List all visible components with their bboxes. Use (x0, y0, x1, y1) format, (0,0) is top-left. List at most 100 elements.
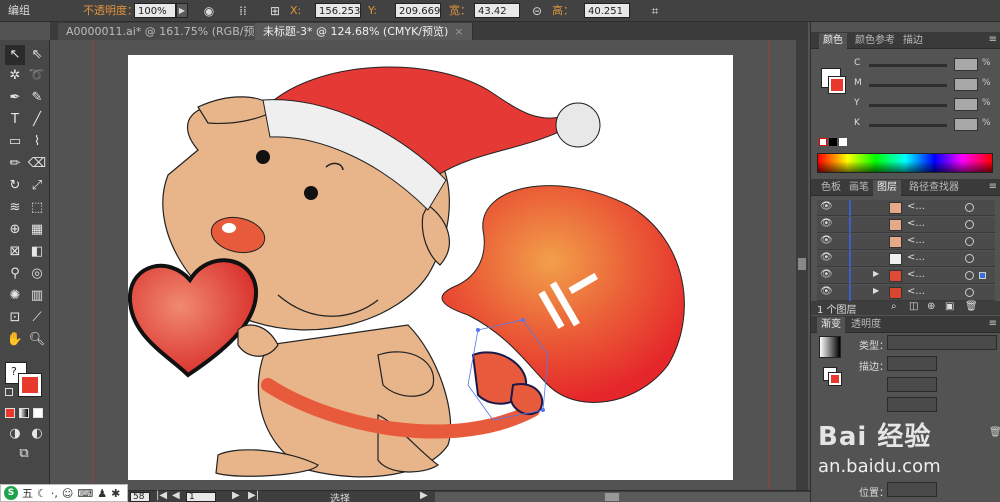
tab-layers[interactable]: 图层 (873, 180, 901, 196)
layer-row[interactable]: 👁︎ <... (817, 251, 995, 267)
layer-row[interactable]: 👁︎ <... (817, 217, 995, 233)
opacity-field[interactable]: 100% (134, 3, 176, 18)
black-field[interactable] (954, 118, 978, 131)
layer-name[interactable]: <... (907, 218, 925, 229)
zoom-field[interactable]: 58 (130, 492, 150, 502)
first-page-icon[interactable]: |◀ (156, 490, 167, 501)
shape-builder-tool-icon[interactable]: ⊕ (5, 220, 25, 240)
gradient-preview[interactable] (819, 336, 841, 358)
blend-tool-icon[interactable]: ◎ (27, 264, 47, 284)
gradient-angle-field[interactable] (887, 377, 937, 392)
direct-selection-tool-icon[interactable]: ⇖ (27, 45, 47, 65)
target-icon[interactable] (965, 203, 974, 212)
expand-arrow-icon[interactable]: ▶ (873, 269, 879, 278)
tab-gradient[interactable]: 渐变 (817, 317, 845, 333)
color-mode-icon[interactable] (5, 408, 15, 418)
constrain-proportions-icon[interactable]: ⊝ (528, 2, 546, 20)
gradient-position-field[interactable] (887, 482, 937, 497)
column-graph-tool-icon[interactable]: ▥ (27, 286, 47, 306)
recolor-icon[interactable]: ◉ (200, 2, 218, 20)
target-icon[interactable] (965, 220, 974, 229)
rotate-tool-icon[interactable]: ↻ (5, 176, 25, 196)
tab-transparency[interactable]: 透明度 (847, 317, 885, 333)
layer-name[interactable]: <... (907, 252, 925, 263)
curvature-tool-icon[interactable]: ✎ (27, 88, 47, 108)
status-arrow-icon[interactable]: ▶ (420, 490, 428, 501)
lasso-tool-icon[interactable]: ➰ (27, 66, 47, 86)
moon-icon[interactable]: ☾ (37, 487, 47, 500)
eye-icon[interactable]: 👁︎ (820, 235, 833, 246)
layer-name[interactable]: <... (907, 269, 925, 280)
target-icon[interactable] (965, 271, 974, 280)
layer-name[interactable]: <... (907, 201, 925, 212)
black-slider[interactable] (869, 124, 947, 127)
height-field[interactable]: 40.251 m (584, 3, 630, 32)
panel-menu-icon[interactable]: ≡ (989, 318, 997, 329)
yellow-slider[interactable] (869, 104, 947, 107)
clipping-mask-icon[interactable]: ◫ (909, 301, 918, 312)
emoji-icon[interactable]: ☺ (62, 487, 73, 500)
layer-name[interactable]: <... (907, 235, 925, 246)
stroke-swatch[interactable] (18, 373, 42, 397)
yellow-row[interactable]: Y% (851, 98, 1000, 112)
status-mode[interactable]: 选择 (330, 490, 350, 502)
white-color-swatch[interactable] (839, 138, 847, 146)
expand-arrow-icon[interactable]: ▶ (873, 286, 879, 295)
gradient-aspect-field[interactable] (887, 397, 937, 412)
mesh-tool-icon[interactable]: ⊠ (5, 242, 25, 262)
y-field[interactable]: 209.669 m (395, 3, 441, 32)
eyedropper-tool-icon[interactable]: ⚲ (5, 264, 25, 284)
artboard-tool-icon[interactable]: ⊡ (5, 308, 25, 328)
opacity-label[interactable]: 不透明度： (83, 3, 138, 19)
scale-tool-icon[interactable]: ⤢ (27, 176, 47, 196)
draw-behind-icon[interactable]: ◐ (27, 424, 47, 444)
selection-tool-icon[interactable]: ↖ (5, 45, 25, 65)
scrollbar-thumb[interactable] (605, 493, 619, 501)
free-transform-tool-icon[interactable]: ⬚ (27, 198, 47, 218)
gradient-mode-icon[interactable] (19, 408, 29, 418)
none-mode-icon[interactable] (33, 408, 43, 418)
tab-brushes[interactable]: 画笔 (845, 180, 873, 196)
x-field[interactable]: 156.253 m (315, 3, 361, 32)
width-field[interactable]: 43.42 mm (474, 3, 520, 32)
target-icon[interactable] (965, 237, 974, 246)
black-row[interactable]: K% (851, 118, 1000, 132)
paintbrush-tool-icon[interactable]: ⌇ (27, 132, 47, 152)
layer-row[interactable]: 👁︎ <... (817, 200, 995, 216)
target-icon[interactable] (965, 254, 974, 263)
next-page-icon[interactable]: ▶ (232, 490, 240, 501)
transform-icon[interactable]: ⌗ (646, 2, 664, 20)
hand-tool-icon[interactable]: ✋ (5, 330, 25, 350)
anchor-point[interactable] (521, 318, 525, 322)
gradient-tool-icon[interactable]: ◧ (27, 242, 47, 262)
horizontal-scrollbar[interactable] (435, 492, 810, 502)
magenta-field[interactable] (954, 78, 978, 91)
reference-point-icon[interactable]: ⊞ (266, 2, 284, 20)
last-page-icon[interactable]: ▶| (248, 490, 259, 501)
default-colors-icon[interactable] (5, 388, 13, 396)
rectangle-tool-icon[interactable]: ▭ (5, 132, 25, 152)
tab-untitled-3[interactable]: 未标题-3* @ 124.68% (CMYK/预览) × (255, 23, 473, 40)
delete-layer-icon[interactable]: 🗑︎ (965, 301, 978, 312)
page-field[interactable]: 1 (186, 492, 216, 502)
width-tool-icon[interactable]: ≋ (5, 198, 25, 218)
symbol-sprayer-tool-icon[interactable]: ✺ (5, 286, 25, 306)
panel-menu-icon[interactable]: ≡ (989, 181, 997, 192)
tab-pathfinder[interactable]: 路径查找器 (905, 180, 963, 196)
close-icon[interactable]: × (454, 25, 463, 38)
artboard[interactable] (127, 55, 733, 480)
tab-stroke[interactable]: 描边 (899, 33, 927, 49)
none-color-icon[interactable] (819, 138, 827, 146)
screen-mode-icon[interactable]: ⧉ (14, 444, 34, 464)
panel-menu-icon[interactable]: ≡ (989, 34, 997, 45)
ime-mode[interactable]: 五 (22, 485, 33, 501)
perspective-grid-tool-icon[interactable]: ▦ (27, 220, 47, 240)
ime-toolbar[interactable]: S 五 ☾ ·, ☺ ⌨ ♟ ✱ (0, 484, 128, 502)
layer-row[interactable]: 👁︎ ▶ <... (817, 268, 995, 284)
pencil-tool-icon[interactable]: ✏ (5, 154, 25, 174)
vertical-scrollbar[interactable] (796, 40, 808, 490)
prev-page-icon[interactable]: ◀ (172, 490, 180, 501)
layer-name[interactable]: <... (907, 286, 925, 297)
type-tool-icon[interactable]: T (5, 110, 25, 130)
keyboard-icon[interactable]: ⌨ (77, 487, 93, 500)
